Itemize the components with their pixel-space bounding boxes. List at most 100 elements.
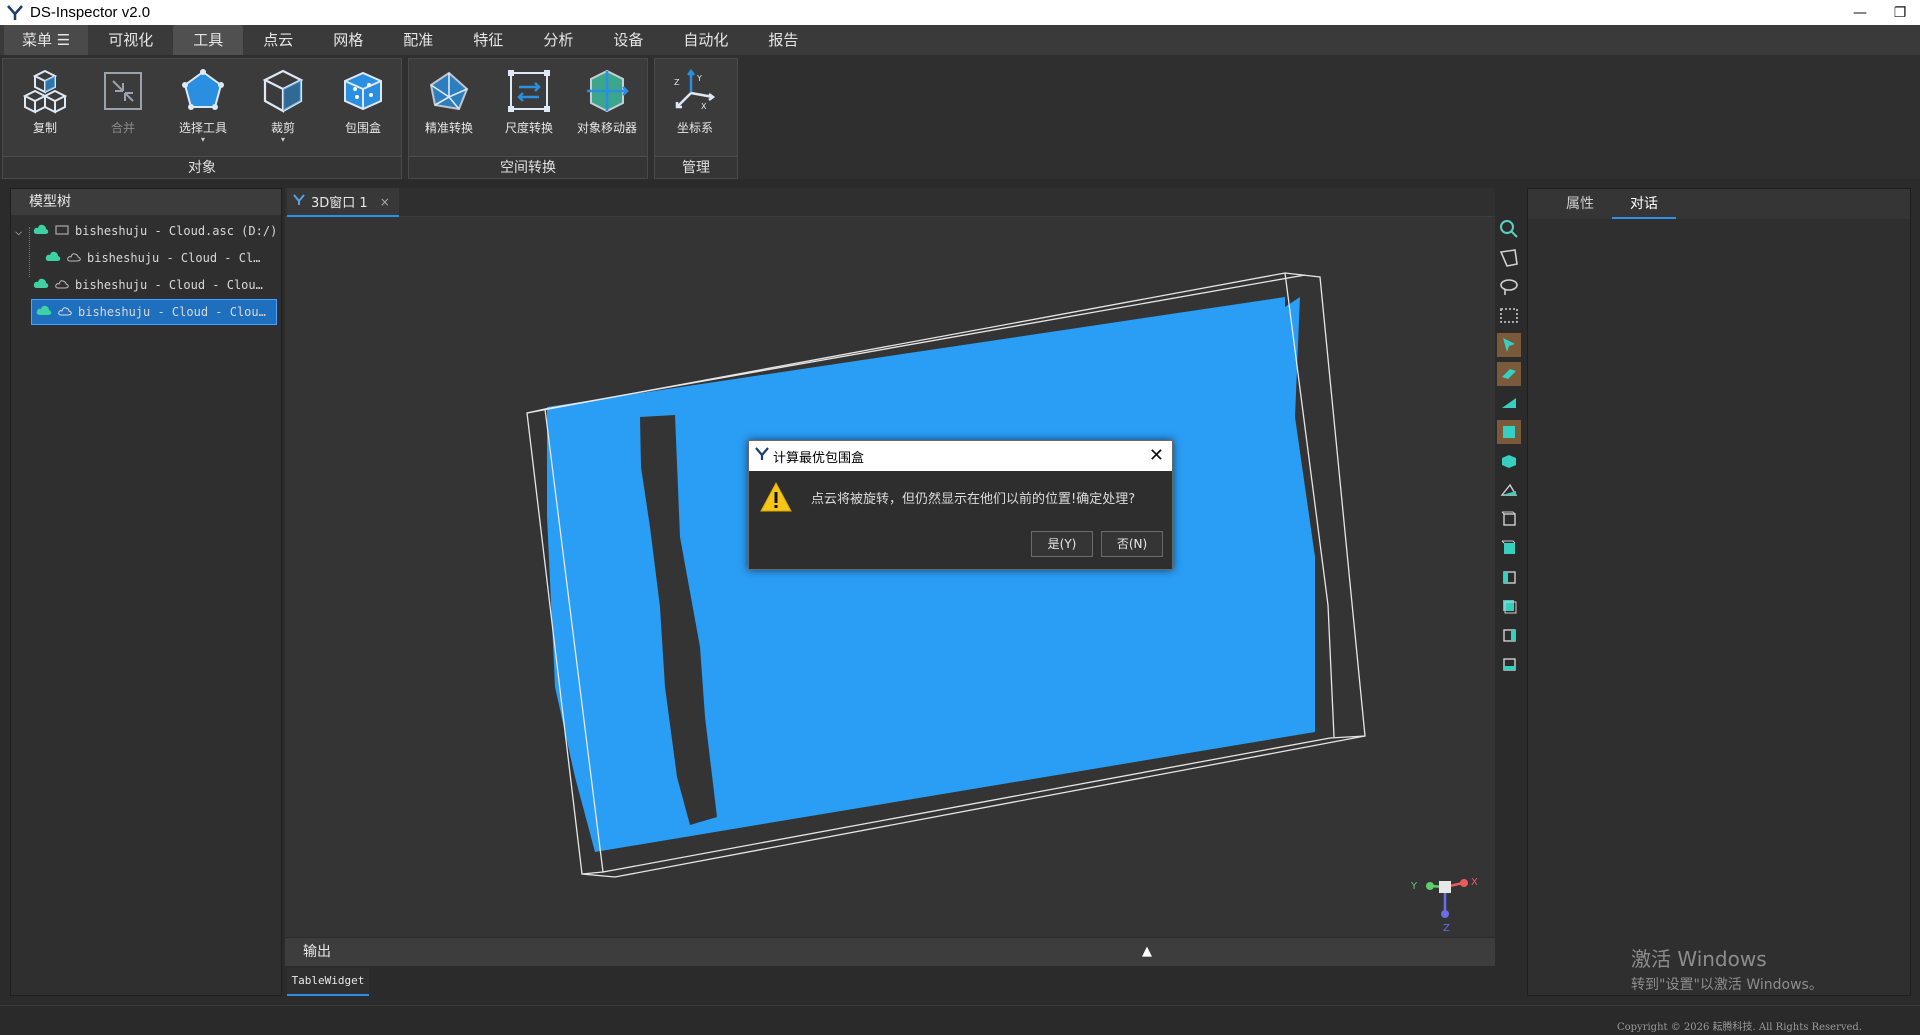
tab-dialog[interactable]: 对话 xyxy=(1612,189,1676,219)
properties-panel: 属性 对话 xyxy=(1527,188,1911,996)
bounding-box-label: 包围盒 xyxy=(344,121,381,135)
visible-cloud-icon[interactable] xyxy=(33,219,49,243)
menu-tools[interactable]: 工具 xyxy=(173,25,244,55)
view-iso-icon[interactable] xyxy=(1497,449,1521,473)
title-bar: DS-Inspector v2.0 — ❐ xyxy=(0,0,1920,25)
view-plane-icon[interactable] xyxy=(1497,362,1521,386)
view-top-icon[interactable] xyxy=(1497,478,1521,502)
tab-3d-window[interactable]: 3D窗口 1 × xyxy=(287,188,399,217)
menu-mesh[interactable]: 网格 xyxy=(313,25,383,55)
menu-registration[interactable]: 配准 xyxy=(383,25,453,55)
copyright-text: Copyright © 2026 耘腾科技. All Rights Reserv… xyxy=(1616,1022,1862,1033)
model-tree-title: 模型树 xyxy=(11,189,281,215)
3d-scene[interactable]: Y X Z xyxy=(285,217,1495,937)
view-cube-4-icon[interactable] xyxy=(1497,594,1521,618)
menu-pointcloud[interactable]: 点云 xyxy=(243,25,313,55)
watermark-subtitle: 转到"设置"以激活 Windows。 xyxy=(1631,977,1823,993)
main-menu-button[interactable]: 菜单 ☰ xyxy=(4,25,89,55)
expand-output-icon[interactable]: ▲ xyxy=(1142,938,1152,966)
view-cube-3-icon[interactable] xyxy=(1497,565,1521,589)
coordinate-system-label: 坐标系 xyxy=(676,121,713,135)
tree-item[interactable]: bisheshuju - Cloud - Cl… xyxy=(33,246,281,270)
chevron-down-icon[interactable]: ⌵ xyxy=(15,219,27,243)
svg-text:X: X xyxy=(701,102,707,111)
pointer-icon[interactable] xyxy=(1497,333,1521,357)
no-button[interactable]: 否(N) xyxy=(1101,531,1163,557)
windows-activation-watermark: 激活 Windows 转到"设置"以激活 Windows。 xyxy=(1631,943,1823,994)
scale-transform-button[interactable]: 尺度转换 xyxy=(491,65,567,153)
precise-transform-button[interactable]: 精准转换 xyxy=(411,65,487,153)
ribbon-group-manage: Z Y X 坐标系 管理 xyxy=(654,58,738,179)
view-front-icon[interactable] xyxy=(1497,420,1521,444)
folder-icon xyxy=(55,219,69,243)
pointcloud-icon xyxy=(55,273,69,297)
view-cube-1-icon[interactable] xyxy=(1497,507,1521,531)
output-title: 输出 xyxy=(303,944,331,960)
tree-item-label: bisheshuju - Cloud.asc (D:/) xyxy=(75,224,278,238)
ribbon-group-label-object: 对象 xyxy=(3,156,401,178)
dialog-title-bar: 计算最优包围盒 ✕ xyxy=(749,441,1172,471)
object-mover-label: 对象移动器 xyxy=(576,121,637,135)
visible-cloud-icon[interactable] xyxy=(33,273,49,297)
menu-devices[interactable]: 设备 xyxy=(593,25,663,55)
view-cube-5-icon[interactable] xyxy=(1497,623,1521,647)
polygon-select-icon xyxy=(182,69,224,110)
axes-icon: Z Y X xyxy=(674,68,716,111)
select-tool-label: 选择工具 xyxy=(178,121,227,135)
visible-cloud-icon[interactable] xyxy=(36,300,52,324)
polygon-select-icon[interactable] xyxy=(1497,246,1521,270)
axis-gizmo: Y X Z xyxy=(1410,877,1478,934)
coordinate-system-button[interactable]: Z Y X 坐标系 xyxy=(657,65,733,153)
ribbon-toolbar: 复制 合并 选择工具 ▾ 裁剪 ▾ 包围盒 对象 精准转换 尺度转换 对象移动器… xyxy=(0,55,1920,179)
pointcloud-icon xyxy=(67,246,81,270)
close-icon[interactable]: ✕ xyxy=(1149,445,1164,466)
scale-transform-label: 尺度转换 xyxy=(504,121,553,135)
view-toolbar xyxy=(1497,217,1522,717)
close-tab-icon[interactable]: × xyxy=(380,195,390,209)
warning-icon xyxy=(759,481,793,517)
zoom-fit-icon[interactable] xyxy=(1497,217,1521,241)
status-bar: Copyright © 2026 耘腾科技. All Rights Reserv… xyxy=(0,1005,1920,1035)
tab-properties[interactable]: 属性 xyxy=(1548,189,1612,219)
merge-icon xyxy=(104,72,142,110)
select-tool-dropdown-icon: ▾ xyxy=(200,135,205,144)
view-cube-2-icon[interactable] xyxy=(1497,536,1521,560)
view-slope-icon[interactable] xyxy=(1497,391,1521,415)
model-tree-panel: 模型树 ⌵ bisheshuju - Cloud.asc (D:/) bishe… xyxy=(10,188,282,996)
tab-tablewidget[interactable]: TableWidget xyxy=(287,968,369,996)
pointcloud-icon xyxy=(58,300,72,324)
menu-automation[interactable]: 自动化 xyxy=(663,25,748,55)
tree-item-label: bisheshuju - Cloud - Clou… xyxy=(75,278,263,292)
view-cube-6-icon[interactable] xyxy=(1497,652,1521,676)
copy-label: 复制 xyxy=(32,121,57,135)
copy-button[interactable]: 复制 xyxy=(7,65,83,153)
rect-select-icon[interactable] xyxy=(1497,304,1521,328)
restore-button[interactable]: ❐ xyxy=(1880,0,1920,25)
tree-item[interactable]: bisheshuju - Cloud - Clou… xyxy=(29,273,281,297)
bounding-box-button[interactable]: 包围盒 xyxy=(325,65,401,153)
tree-item-label: bisheshuju - Cloud - Cl… xyxy=(87,251,261,265)
object-mover-button[interactable]: 对象移动器 xyxy=(569,65,645,153)
dialog-message: 点云将被旋转，但仍然显示在他们以前的位置!确定处理? xyxy=(811,492,1136,507)
crop-cube-icon xyxy=(262,69,304,113)
3d-viewport[interactable]: Y X Z xyxy=(285,217,1495,937)
lasso-select-icon[interactable] xyxy=(1497,275,1521,299)
right-panel-tabs: 属性 对话 xyxy=(1528,189,1910,219)
minimize-button[interactable]: — xyxy=(1840,0,1880,25)
merge-button[interactable]: 合并 xyxy=(85,65,161,153)
scale-transform-icon xyxy=(508,70,550,112)
visible-cloud-icon[interactable] xyxy=(45,246,61,270)
yes-button[interactable]: 是(Y) xyxy=(1031,531,1093,557)
tree-item-selected[interactable]: bisheshuju - Cloud - Clou… xyxy=(31,299,277,325)
select-tool-button[interactable]: 选择工具 ▾ xyxy=(165,65,241,153)
ribbon-group-object: 复制 合并 选择工具 ▾ 裁剪 ▾ 包围盒 对象 xyxy=(2,58,402,179)
tree-item[interactable]: ⌵ bisheshuju - Cloud.asc (D:/) xyxy=(13,219,281,243)
dialog-title: 计算最优包围盒 xyxy=(773,450,865,466)
app-logo-icon xyxy=(4,2,26,24)
axis-y-label: Y xyxy=(1410,881,1418,892)
menu-visualize[interactable]: 可视化 xyxy=(88,25,173,55)
crop-button[interactable]: 裁剪 ▾ xyxy=(245,65,321,153)
menu-features[interactable]: 特征 xyxy=(453,25,523,55)
menu-analysis[interactable]: 分析 xyxy=(523,25,593,55)
menu-report[interactable]: 报告 xyxy=(748,25,818,55)
